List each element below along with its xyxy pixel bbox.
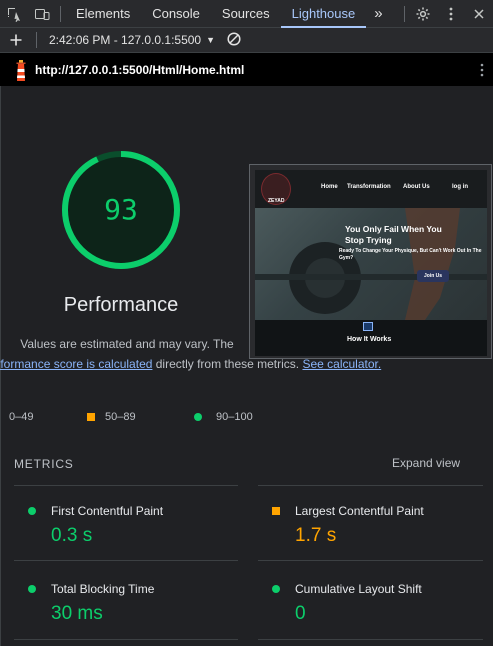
report-selector-label: 2:42:06 PM - 127.0.0.1:5500 xyxy=(49,33,202,47)
tab-console[interactable]: Console xyxy=(141,0,211,28)
legend-good: 90–100 xyxy=(194,411,253,423)
report-menu-icon[interactable] xyxy=(471,62,493,78)
score-calculation-link[interactable]: performance score is calculated xyxy=(0,357,152,371)
headline-line: You Only Fail When You xyxy=(345,224,442,234)
screenshot-nav-login: log in xyxy=(452,184,468,190)
legend-average-label: 50–89 xyxy=(105,411,136,423)
report-selector[interactable]: 2:42:06 PM - 127.0.0.1:5500 ▼ xyxy=(49,33,215,47)
metric-divider xyxy=(258,639,483,640)
metric-value: 30 ms xyxy=(51,603,103,624)
inspect-element-icon[interactable] xyxy=(0,0,28,28)
metric-divider xyxy=(14,560,238,561)
legend-average: 50–89 xyxy=(87,411,136,423)
tab-separator xyxy=(404,5,405,22)
metric-divider xyxy=(258,560,483,561)
screenshot-headline: You Only Fail When You Stop Trying xyxy=(345,224,442,246)
report-url-bar: http://127.0.0.1:5500/Html/Home.html xyxy=(0,53,493,86)
screenshot-hero: You Only Fail When You Stop Trying Ready… xyxy=(255,208,487,320)
more-tabs-icon[interactable]: » xyxy=(366,0,390,28)
screenshot-logo-text: ZEYAD xyxy=(268,198,285,204)
screenshot-join-button: Join Us xyxy=(417,270,449,282)
performance-description: Values are estimated and may vary. The p… xyxy=(0,334,381,374)
metric-name: Cumulative Layout Shift xyxy=(295,582,422,596)
see-calculator-link[interactable]: See calculator. xyxy=(302,357,381,371)
tab-sources[interactable]: Sources xyxy=(211,0,281,28)
more-options-icon[interactable] xyxy=(437,0,465,28)
metric-name: First Contentful Paint xyxy=(51,504,164,518)
tab-lighthouse[interactable]: Lighthouse xyxy=(280,0,367,28)
good-circle-icon xyxy=(28,507,36,515)
devtools-tab-bar: Elements Console Sources Lighthouse » xyxy=(0,0,493,28)
metric-name: Total Blocking Time xyxy=(51,582,155,596)
device-toolbar-icon[interactable] xyxy=(28,0,56,28)
metric-first-contentful-paint: First Contentful Paint 0.3 s xyxy=(13,490,243,550)
metric-value: 0.3 s xyxy=(51,525,93,546)
tab-elements[interactable]: Elements xyxy=(65,0,141,28)
good-circle-icon xyxy=(194,413,202,421)
settings-gear-icon[interactable] xyxy=(409,0,437,28)
block-icon[interactable] xyxy=(227,31,241,49)
legend-good-label: 90–100 xyxy=(216,411,253,423)
screenshot-nav-about: About Us xyxy=(403,184,430,190)
lighthouse-toolbar: 2:42:06 PM - 127.0.0.1:5500 ▼ xyxy=(0,28,493,53)
tab-separator xyxy=(60,5,61,22)
metric-value: 1.7 s xyxy=(295,525,337,546)
screenshot-page: ZEYAD Home Transformation About Us log i… xyxy=(255,170,487,356)
metric-name: Largest Contentful Paint xyxy=(295,504,424,518)
close-devtools-icon[interactable] xyxy=(465,0,493,28)
toolbar-separator xyxy=(36,32,37,48)
metrics-heading: METRICS xyxy=(14,457,74,471)
description-text: directly from these metrics. xyxy=(152,357,303,371)
plus-icon[interactable] xyxy=(0,33,32,47)
good-circle-icon xyxy=(272,585,280,593)
metric-total-blocking-time: Total Blocking Time 30 ms xyxy=(13,568,243,628)
chevron-down-icon: ▼ xyxy=(206,35,216,45)
screenshot-section-title: How It Works xyxy=(347,336,392,343)
performance-score: 93 xyxy=(104,193,138,226)
metric-divider xyxy=(14,485,238,486)
score-legend: 0–49 50–89 90–100 xyxy=(9,411,269,427)
screenshot-subline: Ready To Change Your Physique, But Can't… xyxy=(339,248,482,261)
description-line: Values are estimated and may vary. The xyxy=(20,337,234,351)
legend-poor: 0–49 xyxy=(9,411,33,423)
average-square-icon xyxy=(87,413,95,421)
expand-view-toggle[interactable]: Expand view xyxy=(392,456,460,470)
lighthouse-report: 93 Performance Values are estimated and … xyxy=(0,86,493,646)
screenshot-nav-home: Home xyxy=(321,184,338,190)
headline-line: Stop Trying xyxy=(345,235,392,245)
metric-value: 0 xyxy=(295,603,306,624)
lighthouse-icon xyxy=(13,59,29,81)
average-square-icon xyxy=(272,507,280,515)
metric-largest-contentful-paint: Largest Contentful Paint 1.7 s xyxy=(257,490,487,550)
screenshot-nav-transformation: Transformation xyxy=(347,184,391,190)
metric-cumulative-layout-shift: Cumulative Layout Shift 0 xyxy=(257,568,487,628)
report-url[interactable]: http://127.0.0.1:5500/Html/Home.html xyxy=(35,63,244,77)
good-circle-icon xyxy=(28,585,36,593)
performance-gauge[interactable]: 93 xyxy=(61,150,181,270)
metric-divider xyxy=(14,639,238,640)
screenshot-nav: ZEYAD Home Transformation About Us log i… xyxy=(255,170,487,208)
performance-title: Performance xyxy=(63,294,179,316)
metric-divider xyxy=(258,485,483,486)
legend-poor-label: 0–49 xyxy=(9,411,34,423)
final-screenshot[interactable]: ZEYAD Home Transformation About Us log i… xyxy=(249,164,492,359)
section-icon xyxy=(363,322,373,331)
